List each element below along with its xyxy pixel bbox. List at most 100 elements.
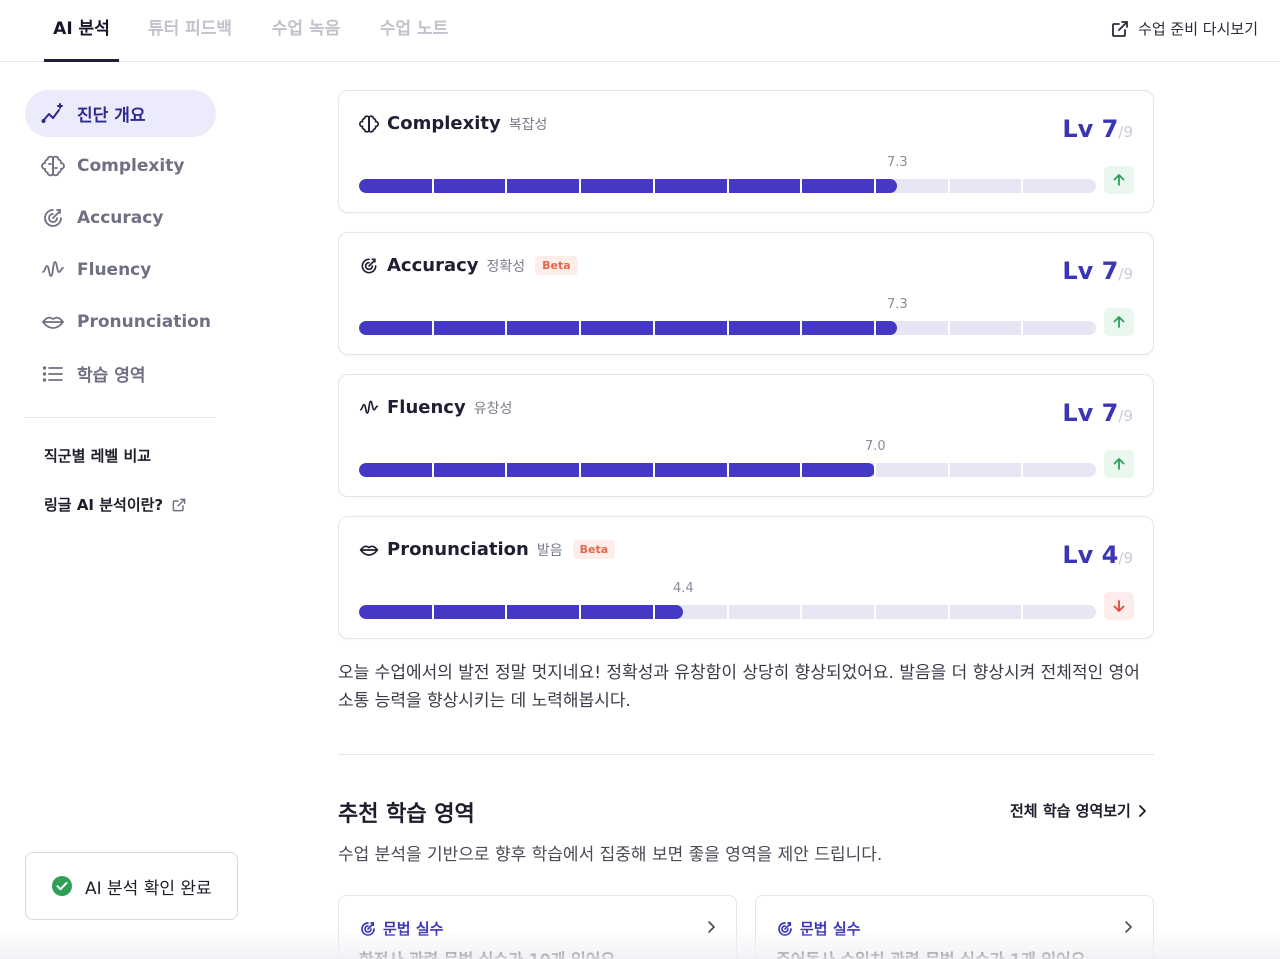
progress-segment-divider <box>874 179 876 193</box>
tab-tutor-feedback[interactable]: 튜터 피드백 <box>142 0 238 62</box>
metric-score-label: 4.4 <box>673 581 694 596</box>
top-tab-bar: AI 분석 튜터 피드백 수업 녹음 수업 노트 수업 준비 다시보기 <box>0 0 1280 62</box>
metric-korean-name: 복잡성 <box>508 116 548 133</box>
metric-score-label: 7.3 <box>887 155 908 170</box>
recommend-text: 주어동사 수일치 관련 문법 실수가 1개 있어요 <box>776 946 1086 959</box>
metric-title: Fluency 유창성 <box>359 397 512 418</box>
progress-segment-divider <box>948 463 950 477</box>
target-icon <box>44 208 62 227</box>
progress-segment-divider <box>432 179 434 193</box>
progress-segment-divider <box>727 605 729 619</box>
progress-segment-divider <box>579 179 581 193</box>
target-icon <box>778 921 792 936</box>
beta-badge: Beta <box>535 256 578 275</box>
analysis-summary: 오늘 수업에서의 발전 정말 멋지네요! 정확성과 유창함이 상당히 향상되었어… <box>338 663 1140 711</box>
ai-analysis-confirm-button[interactable]: AI 분석 확인 완료 <box>25 852 238 920</box>
progress-fill <box>359 321 897 335</box>
recommend-tag: 문법 실수 <box>776 918 860 939</box>
progress-segment-divider <box>874 321 876 335</box>
sidebar-item-pronunciation[interactable]: Pronunciation <box>25 298 216 345</box>
sidebar-item-fluency[interactable]: Fluency <box>25 246 216 293</box>
wave-icon <box>42 260 64 277</box>
check-circle-icon <box>52 876 72 896</box>
progress-fill <box>359 179 897 193</box>
recommend-title: 추천 학습 영역 <box>338 802 475 827</box>
progress-segment-divider <box>1021 463 1023 477</box>
trend-up-badge <box>1104 308 1134 336</box>
progress-segment-divider <box>948 605 950 619</box>
view-all-areas-link[interactable]: 전체 학습 영역보기 <box>1010 800 1147 821</box>
ringle-ai-about-link[interactable]: 링글 AI 분석이란? <box>44 494 187 515</box>
metric-card-pronunciation: Pronunciation 발음 Beta Lv 4/9 4.4 <box>338 516 1154 639</box>
arrow-up-icon <box>1113 174 1125 186</box>
sidebar-item-label: Complexity <box>77 155 185 176</box>
job-level-compare-label: 직군별 레벨 비교 <box>44 447 152 465</box>
metric-name: Fluency <box>387 397 466 418</box>
progress-segment-divider <box>505 179 507 193</box>
level-value: Lv 4 <box>1062 541 1119 569</box>
tab-class-notes[interactable]: 수업 노트 <box>374 0 454 62</box>
external-link-icon <box>1112 20 1128 37</box>
metric-title: Pronunciation 발음 Beta <box>359 539 616 560</box>
metric-level: Lv 4/9 <box>1062 541 1133 569</box>
progress-segment-divider <box>579 605 581 619</box>
progress-segment-divider <box>505 605 507 619</box>
sidebar-item-label: Accuracy <box>77 207 164 228</box>
tab-ai-analysis[interactable]: AI 분석 <box>44 0 119 62</box>
recommend-card[interactable]: 문법 실수 주어동사 수일치 관련 문법 실수가 1개 있어요 <box>755 895 1154 959</box>
progress-segment-divider <box>579 321 581 335</box>
chevron-right-icon <box>1138 804 1146 817</box>
metric-level: Lv 7/9 <box>1062 115 1133 143</box>
arrow-up-icon <box>1113 316 1125 328</box>
progress-segment-divider <box>1021 605 1023 619</box>
metric-name: Accuracy <box>387 255 479 276</box>
metric-korean-name: 유창성 <box>473 400 513 417</box>
metric-name: Complexity <box>387 113 501 134</box>
progress-segment-divider <box>579 463 581 477</box>
tab-class-recording[interactable]: 수업 녹음 <box>266 0 346 62</box>
metric-card-complexity: Complexity 복잡성 Lv 7/9 7.3 <box>338 90 1154 213</box>
sidebar-item-label: 진단 개요 <box>77 106 146 126</box>
review-prep-label: 수업 준비 다시보기 <box>1138 20 1258 38</box>
level-value: Lv 7 <box>1062 115 1119 143</box>
recommend-tag-label: 문법 실수 <box>383 920 444 938</box>
progress-segment-divider <box>1021 321 1023 335</box>
lips-icon <box>359 545 379 556</box>
progress-segment-divider <box>874 605 876 619</box>
chevron-right-icon <box>1125 921 1132 933</box>
view-all-label: 전체 학습 영역보기 <box>1010 802 1131 820</box>
sidebar-item-learning-areas[interactable]: 학습 영역 <box>25 350 216 397</box>
progress-fill <box>359 463 875 477</box>
metric-progress-bar <box>359 605 1096 619</box>
sidebar-item-complexity[interactable]: Complexity <box>25 142 216 189</box>
metric-card-fluency: Fluency 유창성 Lv 7/9 7.0 <box>338 374 1154 497</box>
sidebar-item-label: Pronunciation <box>77 311 211 332</box>
progress-fill <box>359 605 683 619</box>
trend-up-badge <box>1104 166 1134 194</box>
progress-segment-divider <box>653 179 655 193</box>
metric-name: Pronunciation <box>387 539 529 560</box>
progress-segment-divider <box>653 321 655 335</box>
level-max: /9 <box>1118 265 1133 283</box>
brain-icon <box>41 155 65 176</box>
progress-segment-divider <box>432 605 434 619</box>
metric-progress-bar <box>359 321 1096 335</box>
section-divider <box>338 754 1154 755</box>
progress-segment-divider <box>800 463 802 477</box>
job-level-compare-link[interactable]: 직군별 레벨 비교 <box>44 445 151 466</box>
level-value: Lv 7 <box>1062 399 1119 427</box>
progress-segment-divider <box>800 605 802 619</box>
ringle-ai-about-label: 링글 AI 분석이란? <box>44 496 164 514</box>
progress-segment-divider <box>432 463 434 477</box>
sidebar-item-accuracy[interactable]: Accuracy <box>25 194 216 241</box>
progress-segment-divider <box>727 179 729 193</box>
recommend-card[interactable]: 문법 실수 한정사 관련 문법 실수가 10개 있어요 <box>338 895 737 959</box>
level-max: /9 <box>1118 407 1133 425</box>
progress-segment-divider <box>727 463 729 477</box>
sidebar-item-overview[interactable]: 진단 개요 <box>25 90 216 137</box>
progress-segment-divider <box>653 463 655 477</box>
external-link-icon <box>172 498 186 511</box>
progress-segment-divider <box>800 179 802 193</box>
recommend-tag: 문법 실수 <box>359 918 443 939</box>
review-prep-link[interactable]: 수업 준비 다시보기 <box>1110 18 1258 39</box>
